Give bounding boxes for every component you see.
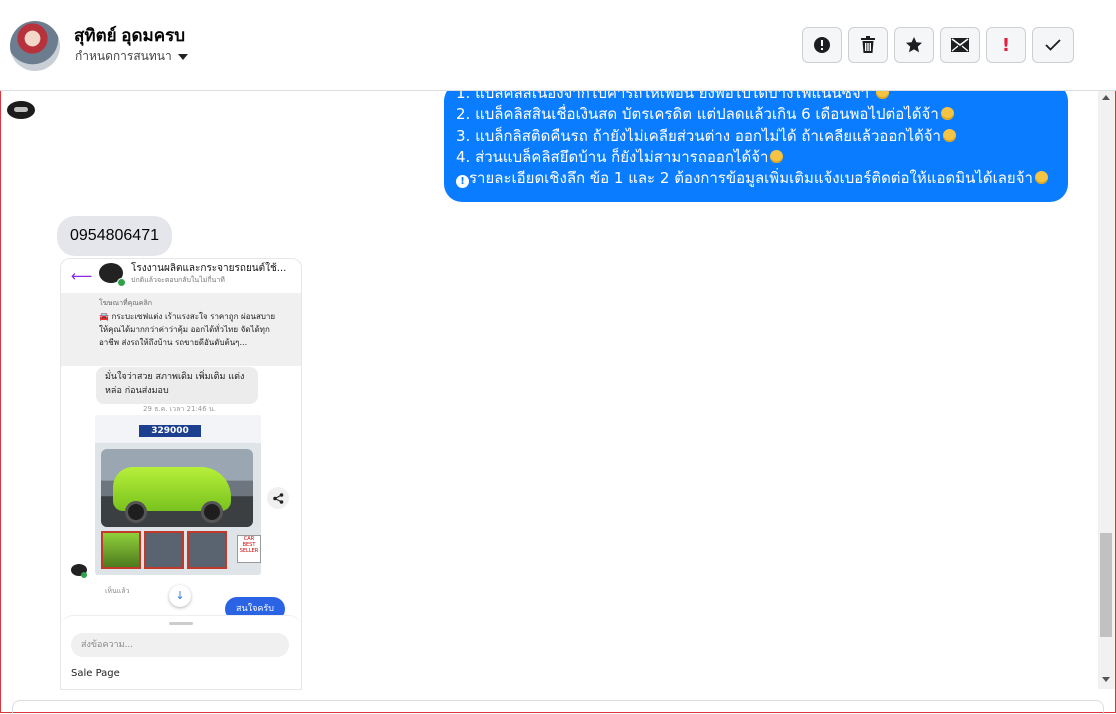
screenshot-message-text: มั่นใจว่าสวย สภาพเดิม เพิ่มเติม แต่งหล่อ…: [105, 372, 245, 396]
screenshot-compose-field: ส่งข้อความ...: [71, 633, 289, 657]
flag-spam-button[interactable]: !: [986, 27, 1026, 63]
scroll-down-icon: ↓: [169, 585, 191, 607]
car-thumbnail: [187, 531, 227, 569]
ad-reference: โฆษณาที่คุณคลิก 🚘 กระบะเซฟแต่ง เร้าแรงสะ…: [61, 293, 301, 366]
emoji-icon: [942, 128, 956, 142]
delete-button[interactable]: [848, 27, 888, 63]
scroll-down-arrow-icon[interactable]: [1102, 677, 1110, 682]
screenshot-timestamp: 29 ธ.ค. เวลา 21:46 น.: [143, 405, 216, 413]
scrollbar-thumb[interactable]: [1100, 533, 1112, 637]
avatar[interactable]: [10, 21, 60, 71]
car-thumbnail: [101, 531, 141, 569]
conversation-schedule-dropdown[interactable]: กำหนดการสนทนา: [75, 47, 188, 66]
share-icon: [272, 492, 283, 504]
screenshot-header: ⟵ โรงงานผลิตและกระจายรถยนต์ใช้... ปกติแล…: [61, 259, 301, 294]
info-circle-icon: !: [456, 175, 469, 189]
ad-label: โฆษณาที่คุณคลิก: [99, 299, 152, 307]
conversation-header: สุทิตย์ อุดมครบ กำหนดการสนทนา !: [0, 0, 1116, 91]
screenshot-page-name: โรงงานผลิตและกระจายรถยนต์ใช้...: [131, 263, 287, 274]
star-button[interactable]: [894, 27, 934, 63]
mail-button[interactable]: [940, 27, 980, 63]
emoji-icon: [1034, 171, 1048, 185]
action-toolbar: !: [802, 27, 1074, 63]
share-button: [267, 487, 289, 509]
outgoing-message[interactable]: 1. แบล็คลิสเนื่องจากไปค้ำรถให้เพื่อน ยัง…: [444, 91, 1068, 202]
emoji-icon: [770, 149, 784, 163]
screenshot-page-status: ปกติแล้วจะตอบกลับในไม่กี่นาที: [131, 276, 225, 284]
mark-done-button[interactable]: [1032, 27, 1074, 63]
star-icon: [906, 37, 922, 53]
message-thread[interactable]: 1. แบล็คลิสเนื่องจากไปค้ำรถให้เพื่อน ยัง…: [0, 91, 1098, 699]
reply-composer-edge[interactable]: [12, 700, 1104, 714]
online-dot: [117, 278, 126, 287]
scroll-up-arrow-icon[interactable]: [1102, 95, 1110, 100]
car-ad-image: 329000 CAR BEST SELLER: [95, 415, 261, 575]
online-dot: [81, 572, 87, 578]
trash-icon: [861, 36, 875, 53]
message-line: 4. ส่วนแบล็คลิสยึดบ้าน ก็ยังไม่สามารถออก…: [456, 147, 1056, 168]
exclamation-icon: !: [1001, 34, 1011, 56]
car-thumbnails: [101, 531, 227, 569]
caret-down-icon: [177, 53, 188, 60]
car-wheel: [125, 501, 147, 523]
message-line: ! รายละเอียดเชิงลึก ข้อ 1 และ 2 ต้องการข้…: [456, 168, 1056, 189]
car-price: 329000: [139, 425, 201, 437]
incoming-message[interactable]: 0954806471: [57, 216, 172, 256]
sheet-handle: [169, 622, 193, 625]
back-arrow-icon: ⟵: [71, 267, 93, 285]
page-avatar: [7, 101, 35, 119]
attached-screenshot[interactable]: ⟵ โรงงานผลิตและกระจายรถยนต์ใช้... ปกติแล…: [60, 258, 302, 690]
message-line: 1. แบล็คลิสเนื่องจากไปค้ำรถให้เพื่อน ยัง…: [456, 91, 1056, 104]
schedule-label: กำหนดการสนทนา: [75, 49, 172, 63]
emoji-icon: [940, 107, 954, 121]
best-seller-badge: CAR BEST SELLER: [237, 535, 261, 563]
car-wheel: [201, 501, 223, 523]
emoji-icon: [875, 91, 889, 99]
seen-label: เห็นแล้ว: [105, 587, 130, 595]
contact-name[interactable]: สุทิตย์ อุดมครบ: [74, 22, 185, 49]
message-line: 3. แบล็กลิสติดคืนรถ ถ้ายังไม่เคลียส่วนต่…: [456, 126, 1056, 147]
screenshot-bottom-sheet: ส่งข้อความ... Sale Page: [61, 615, 301, 689]
info-icon: [814, 37, 830, 53]
ad-text: 🚘 กระบะเซฟแต่ง เร้าแรงสะใจ ราคาถูก ผ่อนส…: [99, 312, 276, 347]
info-button[interactable]: [802, 27, 842, 63]
check-icon: [1045, 39, 1061, 51]
message-line: 2. แบล็คลิสสินเชื่อเงินสด บัตรเครดิต แต่…: [456, 104, 1056, 125]
thread-scrollbar[interactable]: [1098, 91, 1115, 689]
mail-icon: [951, 38, 969, 52]
sale-page-label: Sale Page: [71, 668, 120, 679]
car-thumbnail: [144, 531, 184, 569]
